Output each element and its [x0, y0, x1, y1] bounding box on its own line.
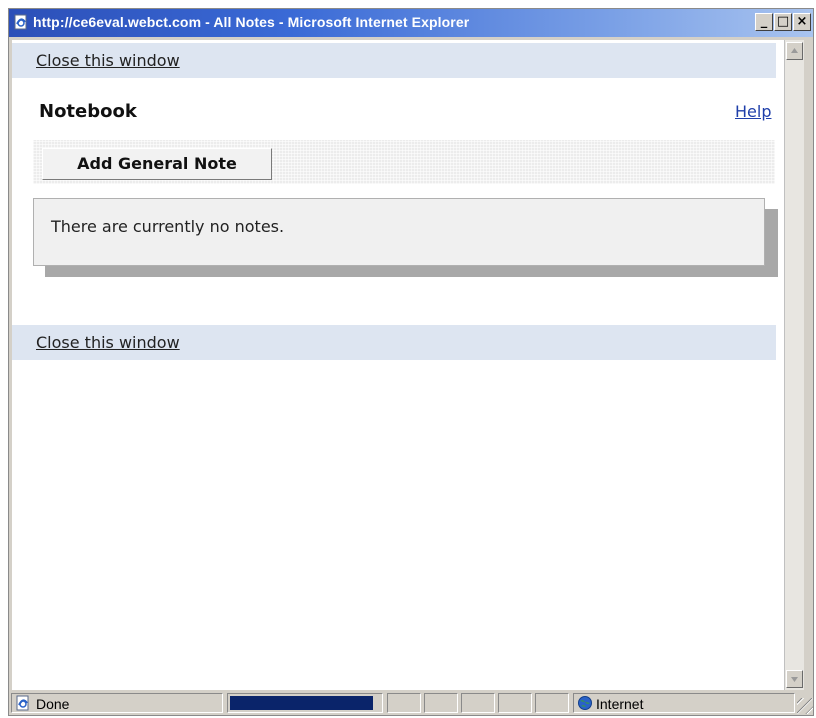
maximize-button[interactable]: □ — [774, 13, 792, 31]
security-zone-text: Internet — [596, 696, 644, 712]
status-pane-5 — [535, 693, 569, 713]
scroll-down-button[interactable] — [786, 670, 803, 688]
status-pane-2 — [424, 693, 458, 713]
notes-toolbar: Add General Note — [33, 140, 775, 184]
window-controls: _ □ × — [754, 13, 811, 31]
empty-notes-message: There are currently no notes. — [51, 217, 285, 236]
window-title: http://ce6eval.webct.com - All Notes - M… — [33, 14, 470, 30]
progress-pane — [227, 693, 383, 713]
close-button[interactable]: × — [793, 13, 811, 31]
add-general-note-button[interactable]: Add General Note — [42, 148, 272, 180]
browser-window: http://ce6eval.webct.com - All Notes - M… — [8, 8, 814, 716]
vertical-scrollbar[interactable] — [784, 40, 804, 690]
ie-page-icon — [15, 695, 31, 715]
close-window-link-top[interactable]: Close this window — [36, 51, 180, 70]
status-pane-4 — [498, 693, 532, 713]
status-pane-3 — [461, 693, 495, 713]
close-window-link-bottom[interactable]: Close this window — [36, 333, 180, 352]
ie-page-icon — [13, 14, 29, 30]
zone-pane: Internet — [573, 693, 795, 713]
arrow-up-icon — [791, 48, 798, 53]
status-text: Done — [36, 696, 70, 712]
page-title: Notebook — [39, 101, 137, 122]
close-bar-top: Close this window — [12, 43, 776, 78]
resize-grip[interactable] — [797, 698, 813, 714]
close-bar-bottom: Close this window — [12, 325, 776, 360]
minimize-button[interactable]: _ — [755, 13, 773, 31]
status-pane-1 — [387, 693, 421, 713]
globe-icon — [577, 695, 593, 715]
title-bar[interactable]: http://ce6eval.webct.com - All Notes - M… — [9, 9, 813, 37]
progress-bar-fill — [230, 696, 373, 710]
page-content: Close this window Notebook Help Add Gene… — [12, 40, 792, 690]
help-link[interactable]: Help — [735, 102, 771, 121]
arrow-down-icon — [791, 677, 798, 682]
status-bar: Done Internet — [9, 692, 813, 714]
notes-list-panel: There are currently no notes. — [33, 198, 765, 266]
scroll-up-button[interactable] — [786, 42, 803, 60]
status-text-pane: Done — [11, 693, 223, 713]
